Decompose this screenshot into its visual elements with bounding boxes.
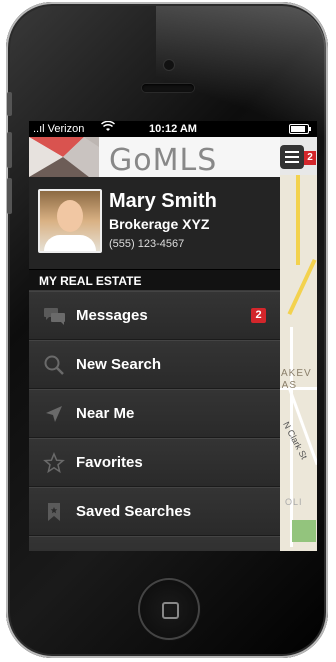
home-button[interactable] [138,578,200,640]
home-square-icon [162,602,179,619]
menu-notification-badge: 2 [304,151,316,165]
menu-item-favorites[interactable]: Favorites [29,438,280,487]
front-camera [164,60,174,70]
app-logo: GoMLS [109,143,218,177]
app-header: GoMLS [29,137,280,177]
user-phone: (555) 123-4567 [109,238,185,250]
user-name: Mary Smith [109,190,217,212]
menu-item-saved-searches[interactable]: Saved Searches [29,487,280,536]
map-area-label: OLI [285,497,303,507]
location-arrow-icon [43,403,65,425]
earpiece-speaker [142,84,194,92]
messages-icon [43,305,65,327]
menu-item-label: Saved Searches [76,503,192,520]
hamburger-menu-button[interactable] [280,145,304,169]
menu-item-label: Favorites [76,454,143,471]
search-icon [43,354,65,376]
avatar [38,189,102,253]
battery-icon [289,124,311,134]
volume-down-button [7,178,12,214]
menu-item-messages[interactable]: Messages 2 [29,291,280,340]
menu-item-partial[interactable] [29,536,280,551]
status-bar: ..ıl Verizon 10:12 AM [29,121,317,137]
menu-item-label: New Search [76,356,162,373]
map-park [292,520,316,542]
menu-item-label: Messages [76,307,148,324]
section-header: MY REAL ESTATE [29,269,280,291]
mute-switch [7,92,12,116]
status-time: 10:12 AM [149,123,197,135]
map-area-label: EAS [280,380,298,391]
user-brokerage: Brokerage XYZ [109,216,210,232]
map-road [287,258,317,316]
messages-badge: 2 [251,308,266,323]
volume-up-button [7,132,12,168]
map-area-label: AKEV [281,368,312,379]
phone-screen: ..ıl Verizon 10:12 AM 2 AKEV EAS N Clark… [29,121,317,551]
menu-item-near-me[interactable]: Near Me [29,389,280,438]
side-menu-panel: GoMLS Mary Smith Brokerage XYZ (555) 123… [29,137,280,551]
user-profile[interactable]: Mary Smith Brokerage XYZ (555) 123-4567 [29,177,280,269]
map-view[interactable]: 2 AKEV EAS N Clark St OLI [280,137,317,551]
bookmark-icon [43,501,65,523]
menu-item-new-search[interactable]: New Search [29,340,280,389]
star-icon [43,452,65,474]
map-road [296,175,300,265]
menu-item-label: Near Me [76,405,135,422]
